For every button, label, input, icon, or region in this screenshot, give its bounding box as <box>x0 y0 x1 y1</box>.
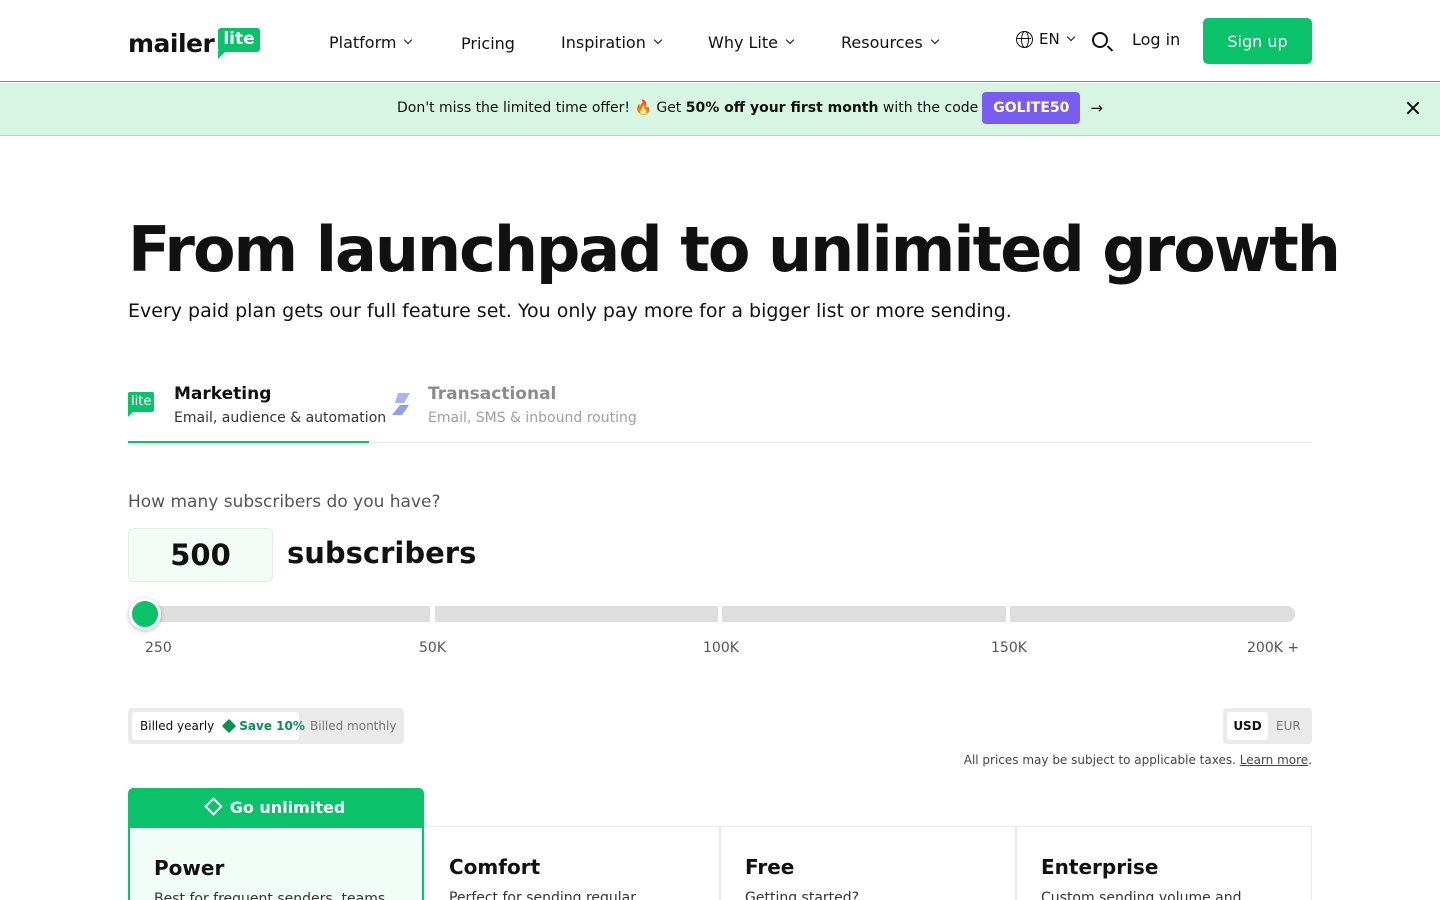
slider-handle[interactable] <box>129 598 161 630</box>
promo-code[interactable]: GOLITE50 <box>982 92 1081 124</box>
tab-transactional[interactable]: Transactional Email, SMS & inbound routi… <box>390 380 650 443</box>
save-badge: Save 10% <box>222 718 305 734</box>
slider-segment[interactable] <box>722 606 1006 622</box>
promo-text-before: Don't miss the limited time offer! 🔥 Get <box>397 100 686 116</box>
plan-title: Comfort <box>449 855 541 879</box>
plan-card-comfort[interactable]: Comfort Perfect for sending regular <box>424 826 720 900</box>
nav-label: Why Lite <box>708 32 778 52</box>
currency-usd-option[interactable]: USD <box>1227 712 1268 740</box>
plan-description: Best for frequent senders, teams <box>154 891 386 900</box>
plan-description: Getting started? <box>745 890 860 900</box>
promo-content: Don't miss the limited time offer! 🔥 Get… <box>397 92 1103 124</box>
language-code: EN <box>1039 30 1060 48</box>
nav-inspiration[interactable]: Inspiration <box>561 30 663 54</box>
slider-tick-label: 100K <box>703 640 739 656</box>
billed-yearly-label: Billed yearly <box>140 719 215 733</box>
tab-description: Email, audience & automation <box>174 410 387 426</box>
plan-card-power[interactable]: Power Best for frequent senders, teams <box>128 826 424 900</box>
tax-note: All prices may be subject to applicable … <box>964 753 1312 767</box>
billed-yearly-option[interactable]: Billed yearly Save 10% <box>132 712 305 740</box>
diamond-icon <box>204 796 223 816</box>
chevron-down-icon <box>1066 32 1075 42</box>
page-subtitle: Every paid plan gets our full feature se… <box>128 300 1012 322</box>
tab-description: Email, SMS & inbound routing <box>428 410 637 426</box>
tab-marketing[interactable]: lite Marketing Email, audience & automat… <box>128 380 386 443</box>
nav-resources[interactable]: Resources <box>841 30 939 54</box>
nav-platform[interactable]: Platform <box>329 30 413 54</box>
plan-description: Perfect for sending regular <box>449 890 637 900</box>
mailerlite-logo[interactable]: mailer lite <box>128 20 260 60</box>
plan-title: Enterprise <box>1041 855 1159 879</box>
chevron-down-icon <box>930 35 939 45</box>
subscribers-question: How many subscribers do you have? <box>128 492 441 512</box>
tab-title: Marketing <box>174 384 272 404</box>
nav-label: Platform <box>329 32 397 52</box>
currency-toggle: USD EUR <box>1223 708 1312 744</box>
tab-title: Transactional <box>428 384 557 404</box>
learn-more-link[interactable]: Learn more <box>1240 753 1308 767</box>
nav-label: Inspiration <box>561 32 646 52</box>
site-header: mailer lite Platform Pricing Inspiration… <box>0 0 1440 82</box>
close-icon[interactable] <box>1406 101 1420 115</box>
go-unlimited-banner: Go unlimited <box>128 788 424 826</box>
chevron-down-icon <box>785 35 795 45</box>
subscribers-input[interactable]: 500 <box>128 528 273 582</box>
logo-badge: lite <box>218 28 260 59</box>
arrow-right-icon[interactable]: → <box>1090 99 1103 117</box>
nav-label: Resources <box>841 32 923 52</box>
plan-card-free[interactable]: Free Getting started? <box>720 826 1016 900</box>
tax-note-suffix: . <box>1308 753 1312 767</box>
currency-eur-option[interactable]: EUR <box>1276 719 1301 733</box>
plan-title: Power <box>154 856 225 880</box>
slider-tick-label: 250 <box>145 640 172 656</box>
product-tabs: lite Marketing Email, audience & automat… <box>128 380 1312 443</box>
language-selector[interactable]: EN <box>1016 30 1075 48</box>
bolt-icon <box>392 393 410 415</box>
login-link[interactable]: Log in <box>1132 30 1180 49</box>
plan-title: Free <box>745 855 795 879</box>
promo-text-after: with the code <box>878 100 979 116</box>
slider-tick-label: 200K + <box>1247 640 1300 656</box>
logo-wordmark: mailer <box>128 29 215 58</box>
promo-banner: Don't miss the limited time offer! 🔥 Get… <box>0 83 1440 136</box>
search-icon[interactable] <box>1092 32 1108 48</box>
plan-card-enterprise[interactable]: Enterprise Custom sending volume and <box>1016 826 1312 900</box>
plan-description: Custom sending volume and <box>1041 890 1242 900</box>
chevron-down-icon <box>404 35 413 45</box>
tag-icon <box>222 718 237 734</box>
slider-segment[interactable] <box>435 606 718 622</box>
page-title: From launchpad to unlimited growth <box>128 213 1341 286</box>
billing-toggle: Billed yearly Save 10% Billed monthly <box>128 708 404 744</box>
slider-tick-label: 150K <box>991 640 1027 656</box>
go-unlimited-label: Go unlimited <box>229 797 346 817</box>
signup-button[interactable]: Sign up <box>1203 18 1312 64</box>
slider-segment[interactable] <box>1010 606 1295 622</box>
billed-monthly-option[interactable]: Billed monthly <box>310 719 396 733</box>
nav-pricing[interactable]: Pricing <box>461 31 515 55</box>
lite-icon: lite <box>128 392 155 417</box>
subscribers-slider[interactable] <box>145 606 1295 622</box>
promo-highlight: 50% off your first month <box>685 100 879 116</box>
globe-icon <box>1016 30 1033 48</box>
nav-why-lite[interactable]: Why Lite <box>708 30 795 54</box>
slider-tick-label: 50K <box>419 640 446 656</box>
plan-cards: Power Best for frequent senders, teams C… <box>128 826 1312 900</box>
nav-label: Pricing <box>461 33 515 53</box>
slider-segment[interactable] <box>145 606 430 622</box>
subscribers-unit: subscribers <box>287 536 477 570</box>
tax-note-text: All prices may be subject to applicable … <box>963 753 1236 767</box>
chevron-down-icon <box>653 35 663 45</box>
save-label: Save 10% <box>239 719 305 733</box>
